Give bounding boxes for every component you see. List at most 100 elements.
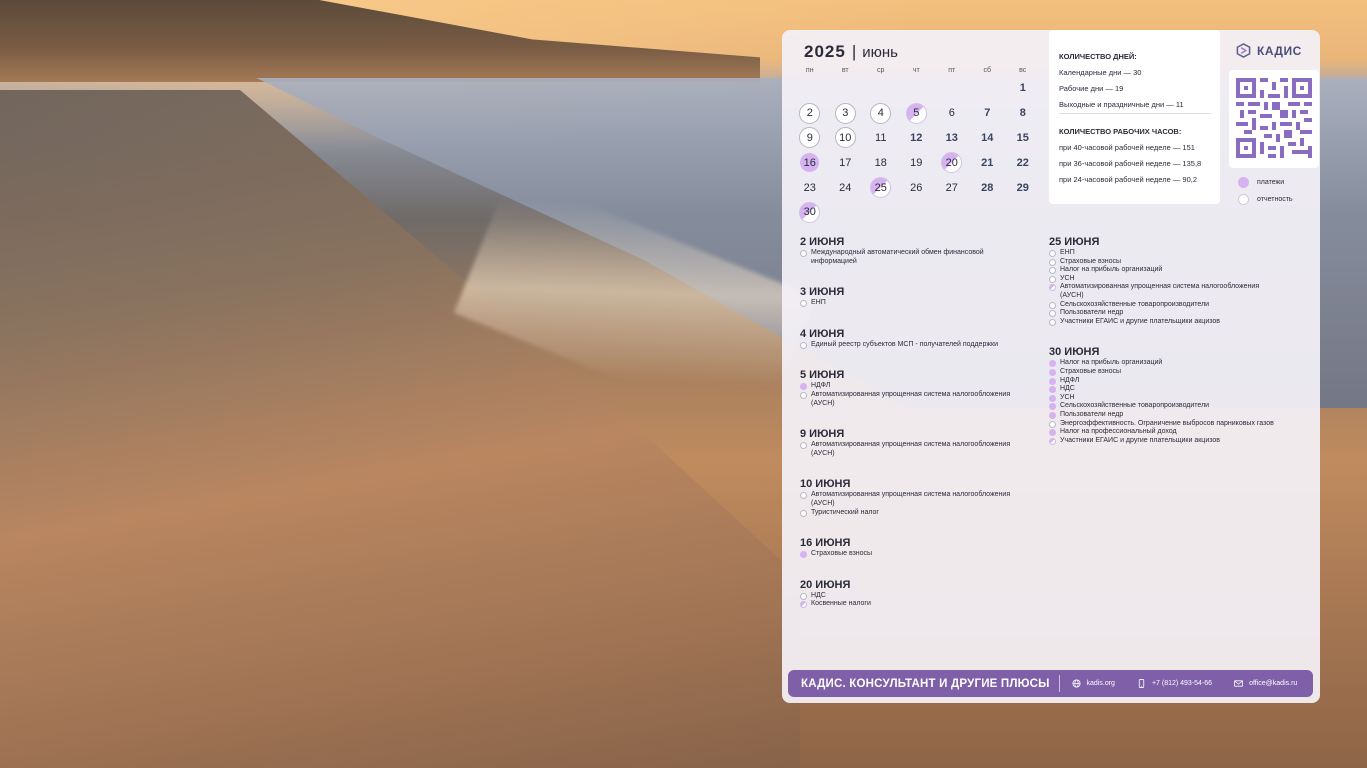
footer-site-link[interactable]: kadis.org bbox=[1072, 679, 1115, 688]
deadline-item-text: Участники ЕГАИС и другие плательщики акц… bbox=[1060, 317, 1220, 325]
calendar-day[interactable]: 5 bbox=[899, 101, 935, 126]
calendar-day[interactable]: 18 bbox=[863, 150, 899, 175]
mixed-marker-icon bbox=[1049, 437, 1056, 445]
calendar-day[interactable]: 30 bbox=[792, 200, 828, 225]
deadline-item: Страховые взносы bbox=[800, 550, 1040, 559]
calendar-day-number: 27 bbox=[945, 181, 958, 194]
report-marker-icon bbox=[800, 442, 807, 450]
calendar-day[interactable]: 4 bbox=[863, 101, 899, 126]
calendar-day-number: 29 bbox=[1016, 181, 1029, 194]
deadline-group: 16 ИЮНЯ Страховые взносы bbox=[800, 537, 1040, 559]
calendar-day-number: 28 bbox=[981, 181, 994, 194]
deadline-item: НДС bbox=[1049, 385, 1289, 394]
deadline-date: 2 ИЮНЯ bbox=[800, 236, 845, 248]
weekday-label: ср bbox=[877, 67, 885, 74]
deadline-item: Автоматизированная упрощенная система на… bbox=[800, 391, 1040, 408]
deadline-date: 4 ИЮНЯ bbox=[800, 327, 845, 340]
report-marker-icon bbox=[1049, 250, 1056, 257]
calendar-day[interactable]: 14 bbox=[970, 126, 1006, 151]
calendar-day[interactable]: 2 bbox=[792, 101, 828, 126]
weekday-label: вт bbox=[841, 67, 849, 74]
deadline-item: Налог на прибыль организаций bbox=[1049, 266, 1289, 275]
calendar-day[interactable]: 19 bbox=[899, 150, 935, 175]
report-marker-icon bbox=[1049, 420, 1056, 428]
calendar-day-number: 21 bbox=[981, 156, 994, 169]
report-marker-icon bbox=[1049, 310, 1056, 318]
calendar-day[interactable]: 3 bbox=[828, 101, 864, 126]
deadline-item-text: Автоматизированная упрощенная система на… bbox=[811, 491, 1011, 507]
calendar-empty-cell bbox=[863, 76, 899, 101]
calendar-empty-cell bbox=[792, 76, 828, 101]
calendar-day-number bbox=[978, 79, 997, 98]
background-hills bbox=[0, 0, 760, 82]
calendar-day[interactable]: 22 bbox=[1005, 150, 1041, 175]
calendar-day-number: 14 bbox=[981, 131, 994, 144]
report-marker-icon bbox=[1049, 318, 1056, 326]
weekday-label: пт bbox=[948, 67, 956, 74]
mixed-marker-icon bbox=[800, 601, 807, 609]
calendar-day[interactable]: 7 bbox=[970, 101, 1006, 126]
deadline-item-text: Автоматизированная упрощенная система на… bbox=[1060, 283, 1260, 299]
deadline-item-text: Автоматизированная упрощенная система на… bbox=[811, 441, 1011, 457]
calendar-day[interactable]: 1 bbox=[1005, 76, 1041, 101]
kadis-logo-icon bbox=[1236, 43, 1251, 58]
footer-phone-link[interactable]: +7 (812) 493-54-66 bbox=[1137, 679, 1212, 688]
calendar-day-number: 18 bbox=[874, 156, 887, 169]
deadline-item: НДФЛ bbox=[1049, 377, 1289, 386]
calendar-day[interactable]: 21 bbox=[970, 150, 1006, 175]
days-count-title: КОЛИЧЕСТВО ДНЕЙ: bbox=[1059, 52, 1137, 61]
deadline-date: 9 ИЮНЯ bbox=[800, 428, 845, 441]
calendar-day-number: 20 bbox=[941, 152, 963, 174]
calendar-day[interactable]: 27 bbox=[934, 175, 970, 200]
calendar-day-number: 26 bbox=[910, 181, 923, 194]
calendar-day[interactable]: 17 bbox=[828, 150, 864, 175]
calendar-day[interactable]: 20 bbox=[934, 150, 970, 175]
calendar-day[interactable]: 26 bbox=[899, 175, 935, 200]
calendar-day[interactable]: 16 bbox=[792, 150, 828, 175]
footer-email-link[interactable]: office@kadis.ru bbox=[1234, 679, 1297, 688]
schedule-column-right: 25 ИЮНЯ ЕНП Страховые взносы Налог на прибы… bbox=[1049, 236, 1289, 445]
deadline-item-text: Страховые взносы bbox=[1060, 257, 1122, 265]
report-marker-icon bbox=[800, 509, 807, 517]
calendar-day[interactable]: 12 bbox=[899, 126, 935, 151]
deadline-group: 30 ИЮНЯ Налог на прибыль организаций Страх… bbox=[1049, 346, 1289, 445]
legend-payments-label: платежи bbox=[1257, 179, 1285, 186]
calendar-day[interactable]: 11 bbox=[863, 126, 899, 151]
deadline-item: НДС bbox=[800, 592, 1040, 601]
calendar-day-number: 11 bbox=[875, 131, 887, 144]
calendar-day[interactable]: 23 bbox=[792, 175, 828, 200]
deadline-item: Автоматизированная упрощенная система на… bbox=[800, 491, 1040, 508]
calendar-card: 2025 | июнь пн вт ср чт пт сб вс 1 2 3 4 5 6 7 8 9 10 11… bbox=[782, 30, 1320, 703]
deadline-item-text: Энергоэффективность. Ограничение выбросо… bbox=[1060, 419, 1274, 427]
calendar-day[interactable]: 24 bbox=[828, 175, 864, 200]
calendar-day[interactable]: 29 bbox=[1005, 175, 1041, 200]
hours-count-title: КОЛИЧЕСТВО РАБОЧИХ ЧАСОВ: bbox=[1059, 127, 1182, 136]
qr-code-icon bbox=[1236, 78, 1312, 158]
payment-marker-icon bbox=[1049, 394, 1056, 402]
payment-marker-icon bbox=[1049, 411, 1056, 419]
report-marker-icon bbox=[800, 300, 807, 308]
calendar-day[interactable]: 8 bbox=[1005, 101, 1041, 126]
deadline-item: Косвенные налоги bbox=[800, 600, 1040, 609]
deadline-item-text: Пользователи недр bbox=[1060, 410, 1124, 418]
calendar-empty-cell bbox=[970, 76, 1006, 101]
payment-marker-icon bbox=[1049, 429, 1056, 437]
calendar-day[interactable]: 15 bbox=[1005, 126, 1041, 151]
qr-code[interactable] bbox=[1229, 70, 1319, 168]
deadline-item: Автоматизированная упрощенная система на… bbox=[1049, 283, 1289, 300]
calendar-day-number: 12 bbox=[910, 131, 923, 144]
footer-site: kadis.org bbox=[1086, 680, 1115, 687]
hours-36: при 36-часовой рабочей неделе — 135,8 bbox=[1059, 159, 1202, 168]
payment-marker-icon bbox=[1049, 360, 1056, 368]
calendar-day[interactable]: 10 bbox=[828, 126, 864, 151]
calendar-empty-cell bbox=[828, 76, 864, 101]
kadis-logo[interactable]: КАДИС bbox=[1236, 43, 1302, 58]
calendar-day[interactable]: 9 bbox=[792, 126, 828, 151]
calendar-day[interactable]: 28 bbox=[970, 175, 1006, 200]
calendar-day[interactable]: 6 bbox=[934, 101, 970, 126]
calendar-day-number: 16 bbox=[800, 153, 820, 173]
deadline-group: 4 ИЮНЯ Единый реестр субъектов МСП - полу… bbox=[800, 328, 1040, 350]
calendar-day[interactable]: 25 bbox=[863, 175, 899, 200]
deadline-group: 3 ИЮНЯ ЕНП bbox=[800, 286, 1040, 308]
calendar-day[interactable]: 13 bbox=[934, 126, 970, 151]
